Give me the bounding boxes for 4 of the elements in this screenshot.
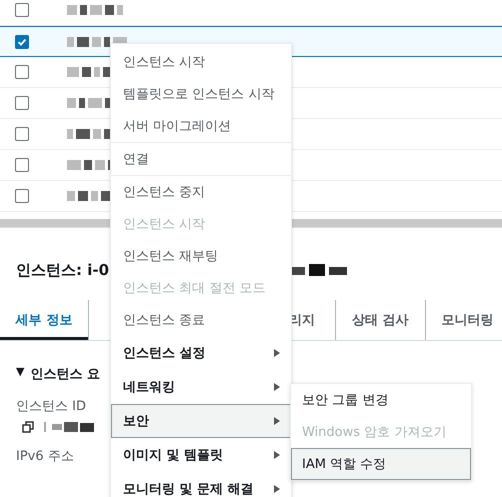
field-label: 인스턴스 ID — [16, 398, 86, 415]
panel-title: 인스턴스: i-0 — [16, 260, 110, 280]
field-label: IPv6 주소 — [16, 448, 74, 465]
section-title: 인스턴스 요 — [30, 366, 100, 383]
